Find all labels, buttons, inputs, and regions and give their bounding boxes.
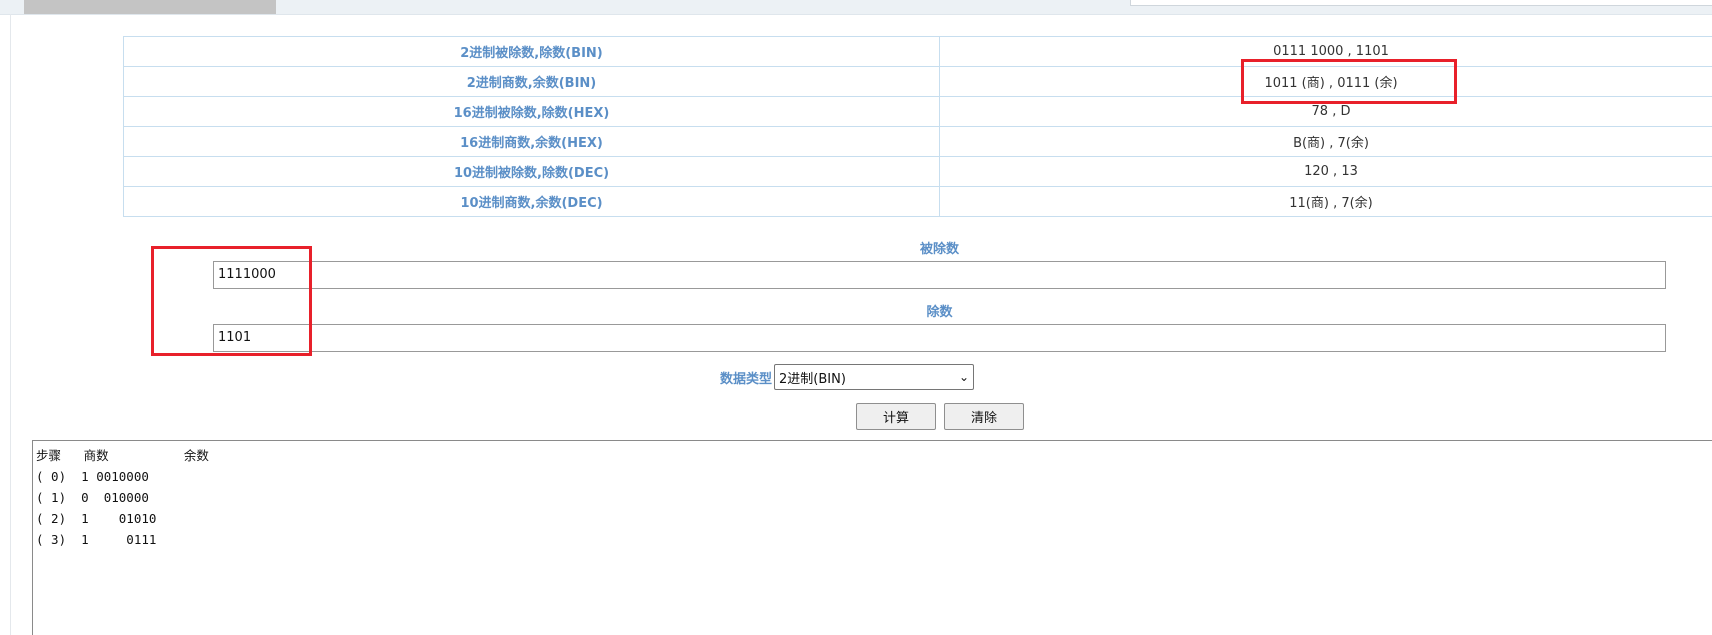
steps-header: 步骤 商数 余数 <box>36 448 209 463</box>
result-label: 2进制被除数,除数(BIN) <box>123 36 940 67</box>
results-table: 2进制被除数,除数(BIN) 0111 1000 , 1101 2进制商数,余数… <box>123 36 1712 217</box>
result-label: 10进制被除数,除数(DEC) <box>123 156 940 187</box>
steps-output[interactable]: 步骤 商数 余数 ( 0) 1 0010000 ( 1) 0 010000 ( … <box>32 440 1712 635</box>
top-search-input[interactable] <box>1130 0 1712 6</box>
data-type-selected: 2进制(BIN) <box>779 371 846 387</box>
table-row: 2进制被除数,除数(BIN) 0111 1000 , 1101 <box>123 36 1712 67</box>
result-label: 16进制商数,余数(HEX) <box>123 126 940 157</box>
table-row: 10进制被除数,除数(DEC) 120 , 13 <box>123 156 1712 187</box>
step-line: ( 3) 1 0111 <box>36 532 157 547</box>
calculate-button[interactable]: 计算 <box>856 403 936 430</box>
result-value: 11(商) , 7(余) <box>939 186 1712 217</box>
divisor-input[interactable]: 1101 <box>213 324 1666 352</box>
result-value: 78 , D <box>939 96 1712 127</box>
table-row: 16进制被除数,除数(HEX) 78 , D <box>123 96 1712 127</box>
table-row: 10进制商数,余数(DEC) 11(商) , 7(余) <box>123 186 1712 217</box>
result-value: 1011 (商) , 0111 (余) <box>939 66 1712 97</box>
data-type-label: 数据类型 <box>720 371 773 387</box>
left-divider <box>10 14 11 635</box>
step-line: ( 2) 1 01010 <box>36 511 157 526</box>
step-line: ( 0) 1 0010000 <box>36 469 149 484</box>
top-bar <box>0 0 1712 15</box>
result-value: 120 , 13 <box>939 156 1712 187</box>
table-row: 16进制商数,余数(HEX) B(商) , 7(余) <box>123 126 1712 157</box>
data-type-select[interactable]: 2进制(BIN) ⌄ <box>774 364 975 390</box>
top-tab[interactable] <box>24 0 276 14</box>
page: 2进制被除数,除数(BIN) 0111 1000 , 1101 2进制商数,余数… <box>0 0 1712 635</box>
result-value: 0111 1000 , 1101 <box>939 36 1712 67</box>
data-type-row: 数据类型 2进制(BIN) ⌄ <box>720 364 975 390</box>
clear-button[interactable]: 清除 <box>944 403 1024 430</box>
result-label: 10进制商数,余数(DEC) <box>123 186 940 217</box>
result-label: 2进制商数,余数(BIN) <box>123 66 940 97</box>
result-label: 16进制被除数,除数(HEX) <box>123 96 940 127</box>
dividend-label: 被除数 <box>919 242 959 257</box>
divisor-label: 除数 <box>926 305 953 320</box>
result-value: B(商) , 7(余) <box>939 126 1712 157</box>
chevron-down-icon: ⌄ <box>958 370 970 384</box>
table-row: 2进制商数,余数(BIN) 1011 (商) , 0111 (余) <box>123 66 1712 97</box>
step-line: ( 1) 0 010000 <box>36 490 149 505</box>
dividend-input[interactable]: 1111000 <box>213 261 1666 289</box>
